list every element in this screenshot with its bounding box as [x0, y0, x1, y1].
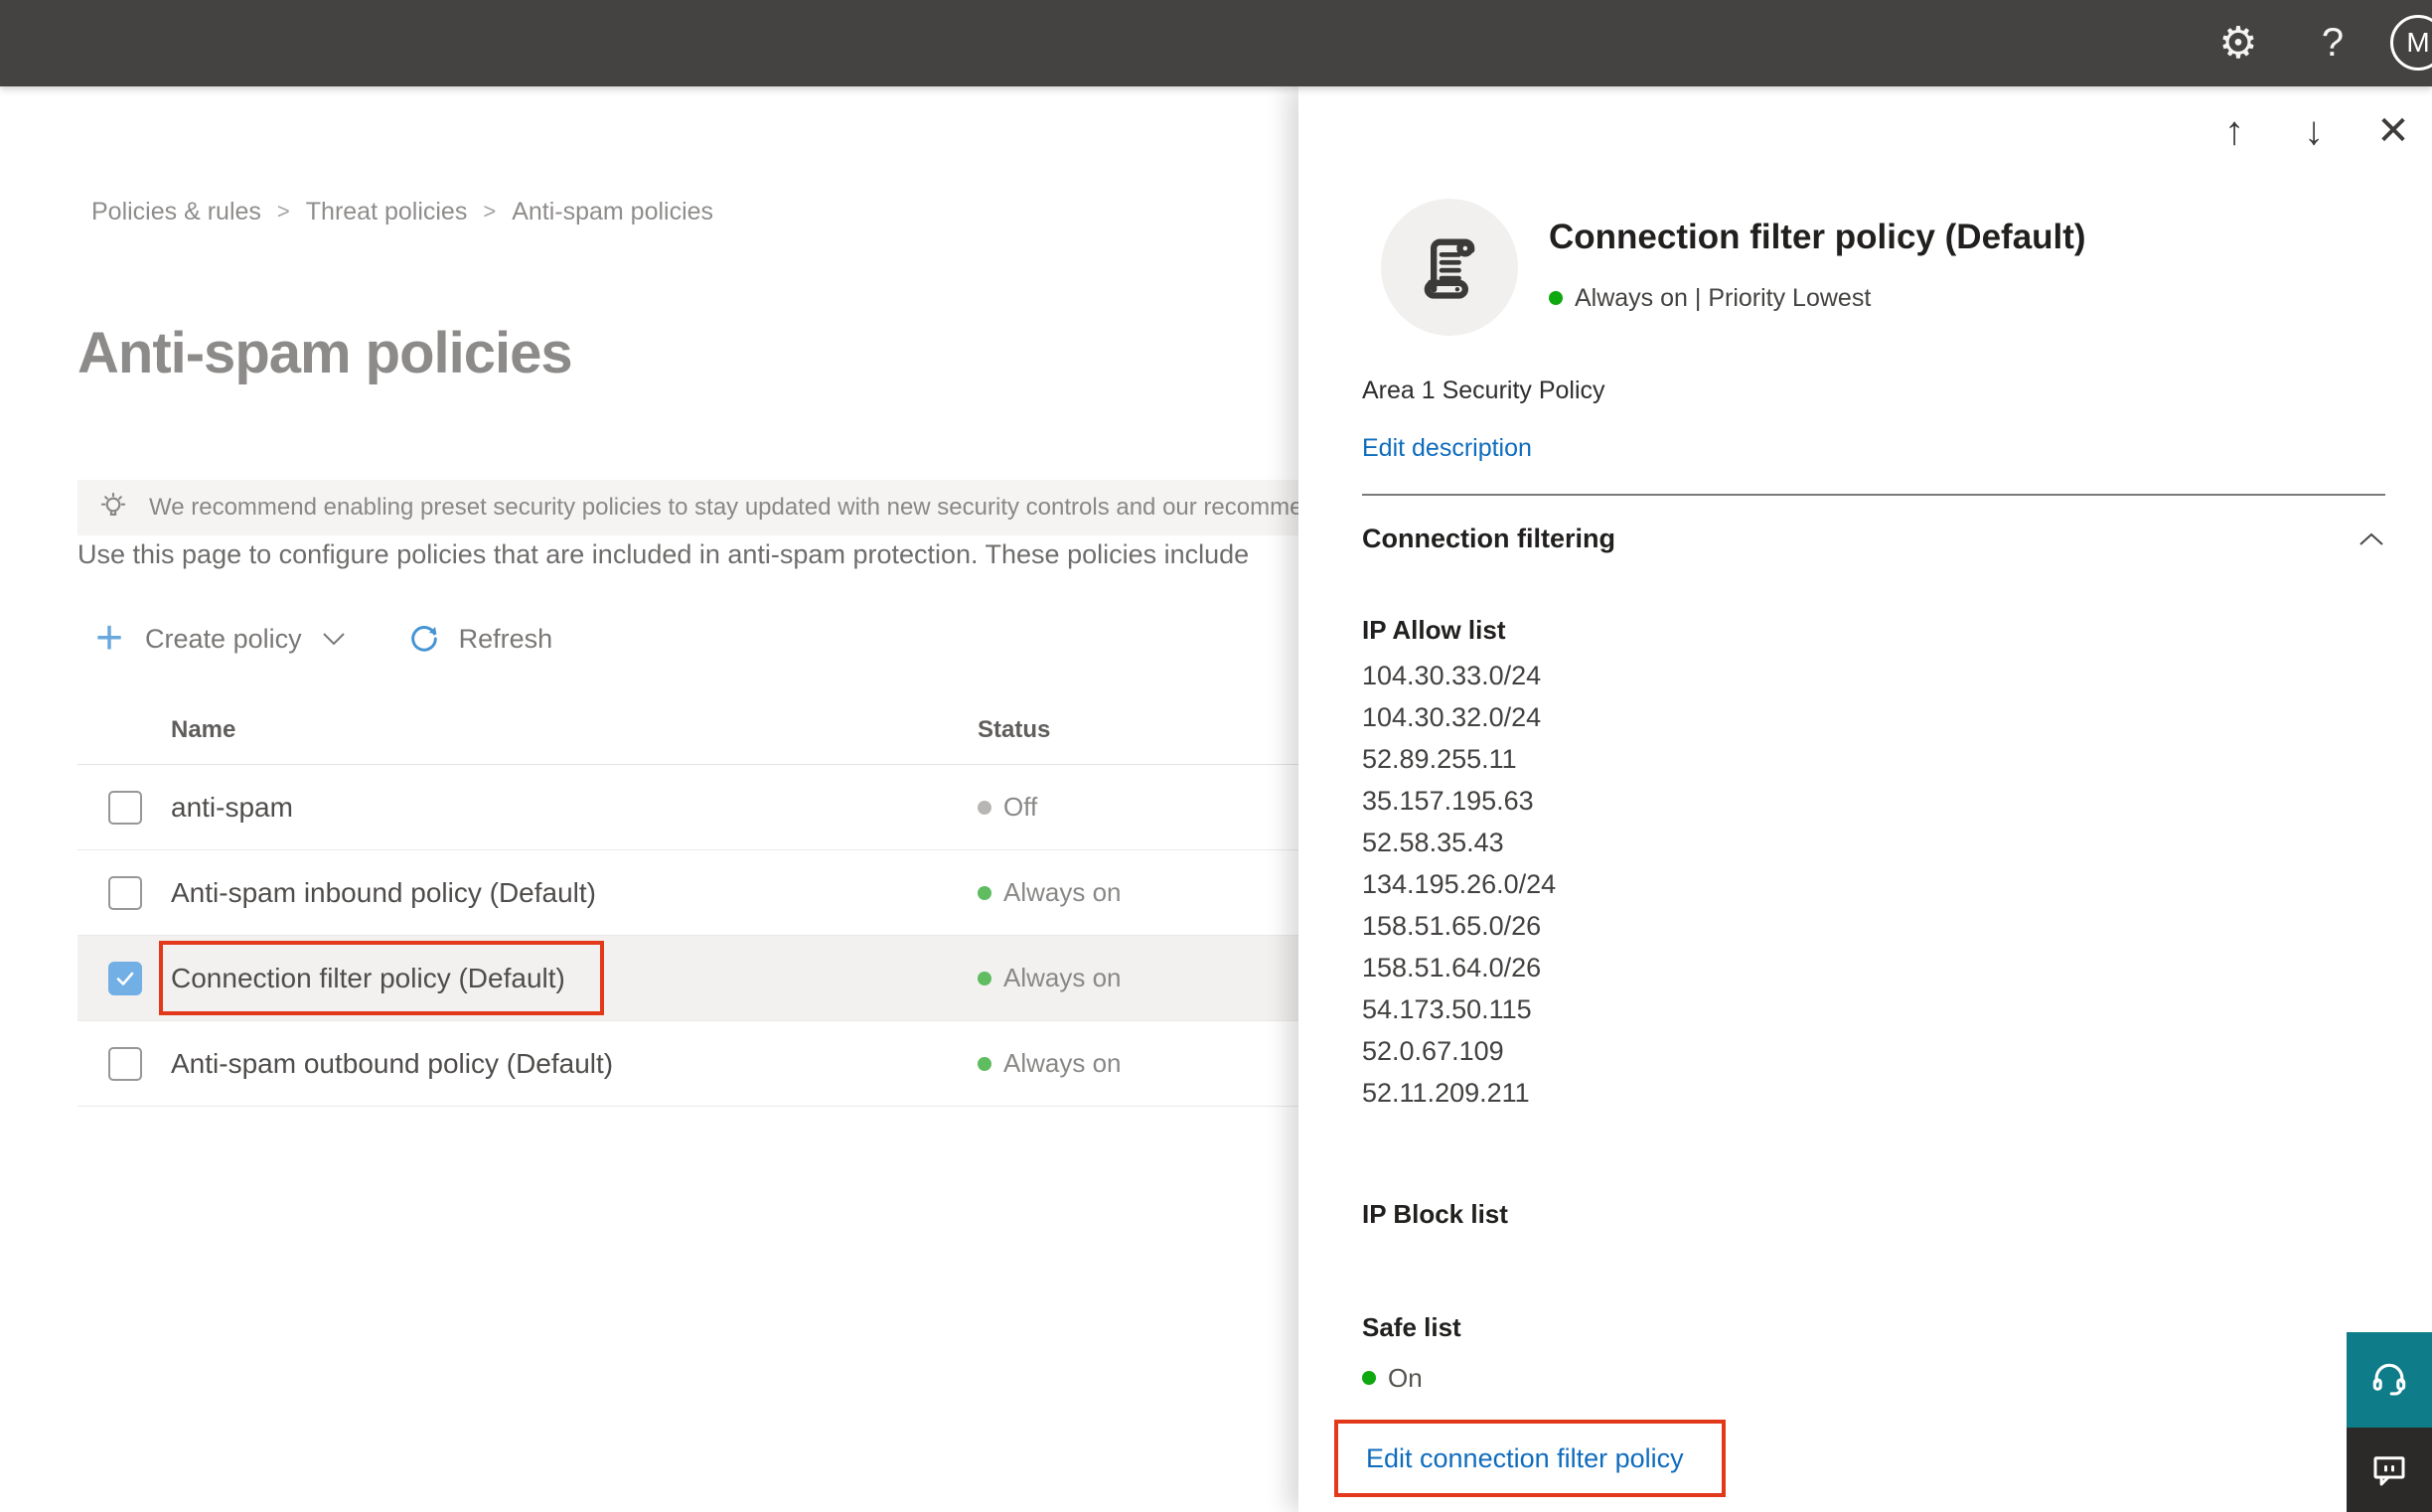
policy-status: Always on — [978, 877, 1331, 908]
status-dot-on — [1362, 1371, 1376, 1385]
toolbar: + Create policy Refresh — [95, 614, 552, 664]
ip-block-list-title: IP Block list — [1362, 1199, 1508, 1229]
breadcrumb: Policies & rules > Threat policies > Ant… — [91, 195, 713, 228]
policy-status: Off — [978, 792, 1331, 823]
chevron-down-icon — [322, 632, 346, 646]
account-avatar[interactable]: M — [2390, 15, 2432, 71]
ip-entry: 134.195.26.0/24 — [1362, 869, 1557, 899]
plus-icon: + — [95, 612, 124, 665]
recommendation-banner: We recommend enabling preset security po… — [77, 480, 1329, 535]
policy-name[interactable]: anti-spam — [77, 792, 978, 824]
ip-entry: 158.51.65.0/26 — [1362, 911, 1542, 941]
scroll-policy-icon — [1412, 229, 1487, 305]
ip-entry: 35.157.195.63 — [1362, 786, 1534, 816]
table-row-anti-spam[interactable]: anti-spam Off — [77, 765, 1331, 850]
flyout-status: Always on | Priority Lowest — [1549, 283, 1871, 313]
ip-entry: 104.30.33.0/24 — [1362, 661, 1542, 690]
breadcrumb-separator-icon: > — [276, 199, 290, 224]
policy-description: Area 1 Security Policy — [1362, 377, 1605, 404]
status-dot-off — [978, 800, 991, 815]
policy-table: Name Status anti-spam Off Anti-spam inbo… — [77, 695, 1331, 1107]
safe-list-status: On — [1362, 1362, 1423, 1394]
page-title: Anti-spam policies — [77, 321, 573, 385]
refresh-button[interactable]: Refresh — [407, 622, 553, 656]
ip-allow-list-title: IP Allow list — [1362, 615, 1506, 645]
ip-entry: 52.89.255.11 — [1362, 744, 1517, 774]
policy-details-flyout: ↑ ↓ ✕ Connection filter policy (Default) — [1298, 86, 2432, 1512]
table-row-inbound-policy[interactable]: Anti-spam inbound policy (Default) Alway… — [77, 850, 1331, 936]
close-icon[interactable]: ✕ — [2370, 108, 2416, 154]
ip-entry: 52.0.67.109 — [1362, 1036, 1504, 1066]
create-policy-button[interactable]: + Create policy — [95, 612, 346, 665]
table-header: Name Status — [77, 695, 1331, 765]
policy-status: Always on — [978, 1048, 1331, 1079]
connection-filtering-section-header[interactable]: Connection filtering — [1362, 524, 2385, 554]
policy-status: Always on — [978, 963, 1331, 993]
ip-entry: 104.30.32.0/24 — [1362, 702, 1542, 732]
safe-list-title: Safe list — [1362, 1312, 1461, 1342]
settings-icon[interactable]: ⚙ — [2207, 0, 2269, 86]
breadcrumb-policies-rules[interactable]: Policies & rules — [91, 198, 261, 227]
breadcrumb-separator-icon: > — [483, 199, 497, 224]
status-dot-on — [978, 885, 991, 900]
policy-name[interactable]: Anti-spam outbound policy (Default) — [77, 1048, 978, 1080]
divider — [1362, 494, 2385, 496]
column-header-name[interactable]: Name — [77, 716, 978, 744]
status-dot-on — [1549, 291, 1563, 305]
policy-name[interactable]: Connection filter policy (Default) — [77, 963, 978, 994]
previous-item-icon[interactable]: ↑ — [2211, 108, 2257, 154]
status-dot-on — [978, 971, 991, 985]
row-checkbox[interactable] — [108, 791, 142, 825]
policy-name[interactable]: Anti-spam inbound policy (Default) — [77, 877, 978, 909]
headset-icon — [2367, 1358, 2411, 1402]
flyout-title: Connection filter policy (Default) — [1549, 218, 2086, 256]
create-policy-label: Create policy — [145, 623, 302, 654]
next-item-icon[interactable]: ↓ — [2291, 108, 2337, 154]
edit-connection-filter-policy-link[interactable]: Edit connection filter policy — [1338, 1443, 1684, 1474]
ip-allow-list: 104.30.33.0/24 104.30.32.0/24 52.89.255.… — [1362, 655, 1556, 1114]
breadcrumb-threat-policies[interactable]: Threat policies — [306, 198, 468, 227]
breadcrumb-anti-spam-policies[interactable]: Anti-spam policies — [512, 198, 713, 227]
policy-icon-circle — [1381, 199, 1518, 336]
refresh-icon — [407, 622, 441, 656]
help-icon[interactable]: ? — [2305, 0, 2360, 86]
edit-description-link[interactable]: Edit description — [1362, 434, 1532, 463]
column-header-status[interactable]: Status — [978, 716, 1331, 744]
row-checkbox[interactable] — [108, 1047, 142, 1081]
lightbulb-icon — [95, 490, 131, 526]
topbar: ⚙ ? M — [0, 0, 2432, 86]
section-title: Connection filtering — [1362, 524, 1615, 553]
ip-entry: 158.51.64.0/26 — [1362, 953, 1542, 983]
ip-entry: 52.11.209.211 — [1362, 1078, 1530, 1108]
annotation-red-box: Edit connection filter policy — [1334, 1420, 1726, 1497]
table-row-outbound-policy[interactable]: Anti-spam outbound policy (Default) Alwa… — [77, 1021, 1331, 1107]
refresh-label: Refresh — [458, 623, 553, 654]
screen: ⚙ ? M Policies & rules > Threat policies… — [0, 0, 2432, 1512]
page-description: Use this page to configure policies that… — [77, 539, 1250, 569]
feedback-icon — [2368, 1449, 2410, 1491]
ip-entry: 54.173.50.115 — [1362, 994, 1532, 1024]
ip-entry: 52.58.35.43 — [1362, 828, 1504, 857]
row-checkbox-checked[interactable] — [108, 962, 142, 995]
status-dot-on — [978, 1056, 991, 1071]
chevron-up-icon[interactable] — [2357, 531, 2385, 547]
feedback-button[interactable] — [2347, 1428, 2432, 1512]
flyout-actions: ↑ ↓ ✕ — [2178, 108, 2416, 154]
row-checkbox[interactable] — [108, 876, 142, 910]
support-button[interactable] — [2347, 1332, 2432, 1428]
banner-text: We recommend enabling preset security po… — [149, 494, 1303, 521]
table-row-connection-filter-policy[interactable]: Connection filter policy (Default) Alway… — [77, 936, 1331, 1021]
